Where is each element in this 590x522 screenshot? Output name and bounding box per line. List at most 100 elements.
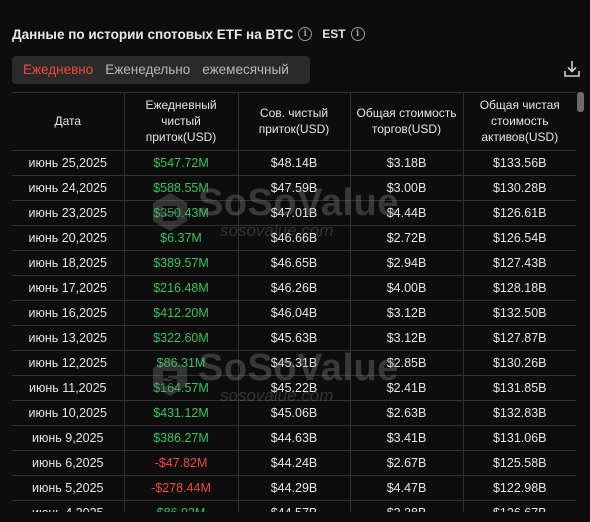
column-header-cumulative-inflow[interactable]: Сов. чистый приток(USD) [238, 93, 351, 151]
cell-date: июнь 13,2025 [12, 325, 125, 351]
cell-daily-inflow: $389.57M [124, 250, 239, 276]
table-row[interactable]: июнь 17,2025 $216.48M $46.26B $4.00B $128.18… [12, 275, 576, 301]
cell-date: июнь 18,2025 [12, 250, 125, 276]
info-icon[interactable]: i [298, 27, 313, 41]
cell-net-assets: $126.67B [463, 500, 576, 512]
table-header-row: Дата Ежедневный чистый приток(USD) Сов. … [12, 93, 576, 151]
period-tabs: Ежедневно Еженедельно ежемесячный [12, 56, 310, 84]
cell-trading-value: $3.41B [350, 425, 464, 451]
cell-net-assets: $133.56B [463, 150, 576, 176]
table-row[interactable]: июнь 13,2025 $322.60M $45.63B $3.12B $127.87… [12, 325, 576, 351]
table-row[interactable]: июнь 16,2025 $412.20M $46.04B $3.12B $132.50… [12, 300, 576, 326]
cell-date: июнь 6,2025 [12, 450, 125, 476]
cell-date: июнь 20,2025 [12, 225, 125, 251]
cell-trading-value: $4.47B [350, 475, 464, 501]
cell-net-assets: $126.61B [463, 200, 576, 226]
cell-trading-value: $3.18B [350, 150, 464, 176]
cell-cumulative-inflow: $44.29B [238, 475, 351, 501]
cell-net-assets: $127.87B [463, 325, 576, 351]
timezone-label: EST [322, 27, 346, 41]
download-icon[interactable] [562, 59, 582, 79]
column-header-net-assets[interactable]: Общая чистая стоимость активов(USD) [463, 93, 576, 151]
cell-net-assets: $127.43B [463, 250, 576, 276]
cell-cumulative-inflow: $45.63B [238, 325, 351, 351]
cell-daily-inflow: -$278.44M [124, 475, 239, 501]
cell-cumulative-inflow: $45.06B [238, 400, 351, 426]
cell-trading-value: $2.41B [350, 375, 464, 401]
cell-daily-inflow: $350.43M [124, 200, 239, 226]
cell-daily-inflow: $322.60M [124, 325, 239, 351]
cell-date: июнь 10,2025 [12, 400, 125, 426]
cell-trading-value: $2.38B [350, 500, 464, 512]
cell-trading-value: $3.00B [350, 175, 464, 201]
tab-daily[interactable]: Ежедневно [17, 56, 99, 84]
page-header: Данные по истории спотовых ETF на BTC i … [12, 24, 365, 44]
cell-daily-inflow: -$47.82M [124, 450, 239, 476]
cell-daily-inflow: $412.20M [124, 300, 239, 326]
cell-trading-value: $3.12B [350, 325, 464, 351]
table-row[interactable]: июнь 18,2025 $389.57M $46.65B $2.94B $127.43… [12, 250, 576, 276]
cell-trading-value: $2.72B [350, 225, 464, 251]
cell-trading-value: $4.00B [350, 275, 464, 301]
table-row[interactable]: июнь 12,2025 $86.31M $45.31B $2.85B $130.26B [12, 350, 576, 376]
table-row[interactable]: июнь 23,2025 $350.43M $47.01B $4.44B $126.61… [12, 200, 576, 226]
table-row[interactable]: июнь 5,2025 -$278.44M $44.29B $4.47B $122.98… [12, 475, 576, 501]
cell-cumulative-inflow: $47.59B [238, 175, 351, 201]
cell-daily-inflow: $386.27M [124, 425, 239, 451]
cell-cumulative-inflow: $46.66B [238, 225, 351, 251]
page-title: Данные по истории спотовых ETF на BTC [12, 26, 294, 42]
table-row[interactable]: июнь 20,2025 $6.37M $46.66B $2.72B $126.54B [12, 225, 576, 251]
cell-net-assets: $131.85B [463, 375, 576, 401]
table-row[interactable]: июнь 24,2025 $588.55M $47.59B $3.00B $130.28… [12, 175, 576, 201]
cell-date: июнь 4,2025 [12, 500, 125, 512]
cell-trading-value: $3.12B [350, 300, 464, 326]
cell-net-assets: $130.26B [463, 350, 576, 376]
cell-cumulative-inflow: $46.04B [238, 300, 351, 326]
cell-trading-value: $2.85B [350, 350, 464, 376]
cell-daily-inflow: $86.31M [124, 350, 239, 376]
cell-net-assets: $125.58B [463, 450, 576, 476]
tab-weekly[interactable]: Еженедельно [99, 56, 196, 84]
info-icon[interactable]: i [350, 27, 365, 41]
column-header-daily-inflow[interactable]: Ежедневный чистый приток(USD) [124, 93, 239, 151]
cell-net-assets: $132.83B [463, 400, 576, 426]
table-row[interactable]: июнь 25,2025 $547.72M $48.14B $3.18B $133.56… [12, 150, 576, 176]
cell-daily-inflow: $86.92M [124, 500, 239, 512]
cell-date: июнь 25,2025 [12, 150, 125, 176]
cell-date: июнь 16,2025 [12, 300, 125, 326]
column-header-date[interactable]: Дата [12, 93, 125, 151]
cell-trading-value: $2.94B [350, 250, 464, 276]
cell-net-assets: $122.98B [463, 475, 576, 501]
cell-date: июнь 9,2025 [12, 425, 125, 451]
cell-date: июнь 17,2025 [12, 275, 125, 301]
cell-trading-value: $2.67B [350, 450, 464, 476]
column-header-trading-value[interactable]: Общая стоимость торгов(USD) [350, 93, 464, 151]
cell-trading-value: $2.63B [350, 400, 464, 426]
cell-date: июнь 5,2025 [12, 475, 125, 501]
cell-daily-inflow: $164.57M [124, 375, 239, 401]
cell-cumulative-inflow: $45.31B [238, 350, 351, 376]
cell-date: июнь 24,2025 [12, 175, 125, 201]
cell-cumulative-inflow: $48.14B [238, 150, 351, 176]
tab-monthly[interactable]: ежемесячный [196, 56, 294, 84]
cell-daily-inflow: $431.12M [124, 400, 239, 426]
cell-date: июнь 12,2025 [12, 350, 125, 376]
table-scrollbar[interactable] [577, 92, 584, 112]
cell-net-assets: $128.18B [463, 275, 576, 301]
cell-daily-inflow: $588.55M [124, 175, 239, 201]
cell-cumulative-inflow: $44.24B [238, 450, 351, 476]
table-row[interactable]: июнь 11,2025 $164.57M $45.22B $2.41B $131.85… [12, 375, 576, 401]
cell-daily-inflow: $547.72M [124, 150, 239, 176]
cell-cumulative-inflow: $45.22B [238, 375, 351, 401]
cell-net-assets: $132.50B [463, 300, 576, 326]
table-row[interactable]: июнь 6,2025 -$47.82M $44.24B $2.67B $125.58B [12, 450, 576, 476]
table-row[interactable]: июнь 4,2025$86.92M$44.57B$2.38B$126.67B [12, 500, 576, 512]
etf-history-table: Дата Ежедневный чистый приток(USD) Сов. … [12, 92, 576, 512]
table-row[interactable]: июнь 9,2025 $386.27M $44.63B $3.41B $131.06B [12, 425, 576, 451]
cell-cumulative-inflow: $46.65B [238, 250, 351, 276]
cell-net-assets: $130.28B [463, 175, 576, 201]
cell-net-assets: $126.54B [463, 225, 576, 251]
cell-daily-inflow: $216.48M [124, 275, 239, 301]
cell-cumulative-inflow: $44.63B [238, 425, 351, 451]
table-row[interactable]: июнь 10,2025 $431.12M $45.06B $2.63B $132.83… [12, 400, 576, 426]
